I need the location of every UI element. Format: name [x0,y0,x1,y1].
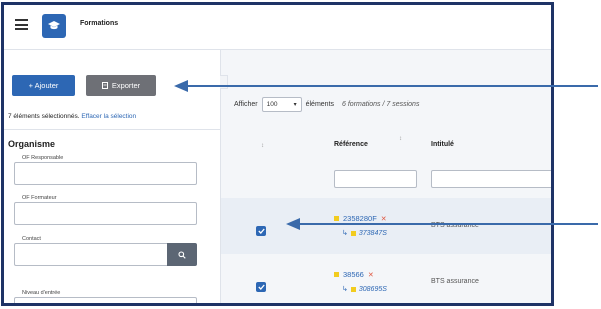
status-flag-icon [350,286,356,292]
export-button[interactable]: Exporter [86,75,156,96]
intitule-filter-input[interactable] [431,170,551,188]
main-content: Afficher 100 ▾ éléments 6 formations / 7… [221,50,551,303]
table-row[interactable]: 2358280F ✕ ↳ 373847S BTS assurance [221,198,551,254]
show-label: Afficher [234,101,258,108]
file-icon [101,82,108,89]
app-window: Formations + Ajouter Exporter 7 éléments… [1,2,554,306]
of-formateur-label: OF Formateur [20,195,59,201]
intitule-cell: BTS assurance [431,222,479,229]
divider [4,129,220,130]
of-responsable-label: OF Responsable [20,155,66,161]
sub-arrow-icon: ↳ [342,286,348,293]
section-title: Organisme [8,139,56,149]
of-formateur-field[interactable] [14,202,197,225]
check-icon [257,284,265,290]
intitule-cell: BTS assurance [431,278,479,285]
sub-arrow-icon: ↳ [342,230,348,237]
session-link[interactable]: 308695S [359,286,387,293]
search-icon[interactable] [167,243,197,266]
add-button[interactable]: + Ajouter [12,75,75,96]
status-flag-icon [334,216,339,221]
selection-info: 7 éléments sélectionnés. Effacer la séle… [8,113,136,120]
reference-link[interactable]: 2358280F [343,214,377,223]
session-link[interactable]: 373847S [359,230,387,237]
selection-count: 7 éléments sélectionnés. [8,113,80,120]
session-cell: ↳ 308695S [342,285,387,294]
sort-icon[interactable]: ↕ [261,143,264,149]
reference-cell: 2358280F ✕ [334,214,387,223]
session-cell: ↳ 373847S [342,229,387,238]
niveau-entree-field[interactable] [14,297,197,303]
contact-label: Contact [20,236,43,242]
page-size-control: Afficher 100 ▾ éléments 6 formations / 7… [234,97,419,112]
table-row[interactable]: 38566 ✕ ↳ 308695S BTS assurance [221,254,551,303]
edit-status-icon[interactable]: ✕ [368,271,374,279]
elements-label: éléments [305,101,335,108]
collapse-sidebar-handle[interactable] [220,75,228,89]
filter-sidebar: + Ajouter Exporter 7 éléments sélectionn… [4,50,221,303]
niveau-entree-label: Niveau d'entrée [20,290,63,296]
graduation-cap-icon[interactable] [42,14,66,38]
status-flag-icon [334,272,339,277]
top-bar: Formations [4,5,551,50]
page-size-select[interactable]: 100 ▾ [261,97,302,112]
contact-field[interactable] [14,243,169,266]
reference-link[interactable]: 38566 [343,270,364,279]
row-checkbox[interactable] [256,226,266,236]
column-intitule[interactable]: Intitulé [431,141,454,148]
page-title: Formations [80,20,119,27]
reference-filter-input[interactable] [334,170,417,188]
reference-cell: 38566 ✕ [334,270,374,279]
hamburger-icon[interactable] [15,19,28,30]
count-summary: 6 formations / 7 sessions [342,101,420,108]
export-button-label: Exporter [111,81,141,90]
column-reference[interactable]: Référence [334,141,368,148]
sort-icon[interactable]: ↕ [399,136,402,142]
status-flag-icon [350,230,356,236]
chevron-down-icon: ▾ [293,102,297,108]
of-responsable-field[interactable] [14,162,197,185]
clear-selection-link[interactable]: Effacer la sélection [81,113,136,120]
page-size-value: 100 [266,101,278,108]
check-icon [257,228,265,234]
add-button-label: + Ajouter [28,81,59,90]
edit-status-icon[interactable]: ✕ [381,215,387,223]
row-checkbox[interactable] [256,282,266,292]
